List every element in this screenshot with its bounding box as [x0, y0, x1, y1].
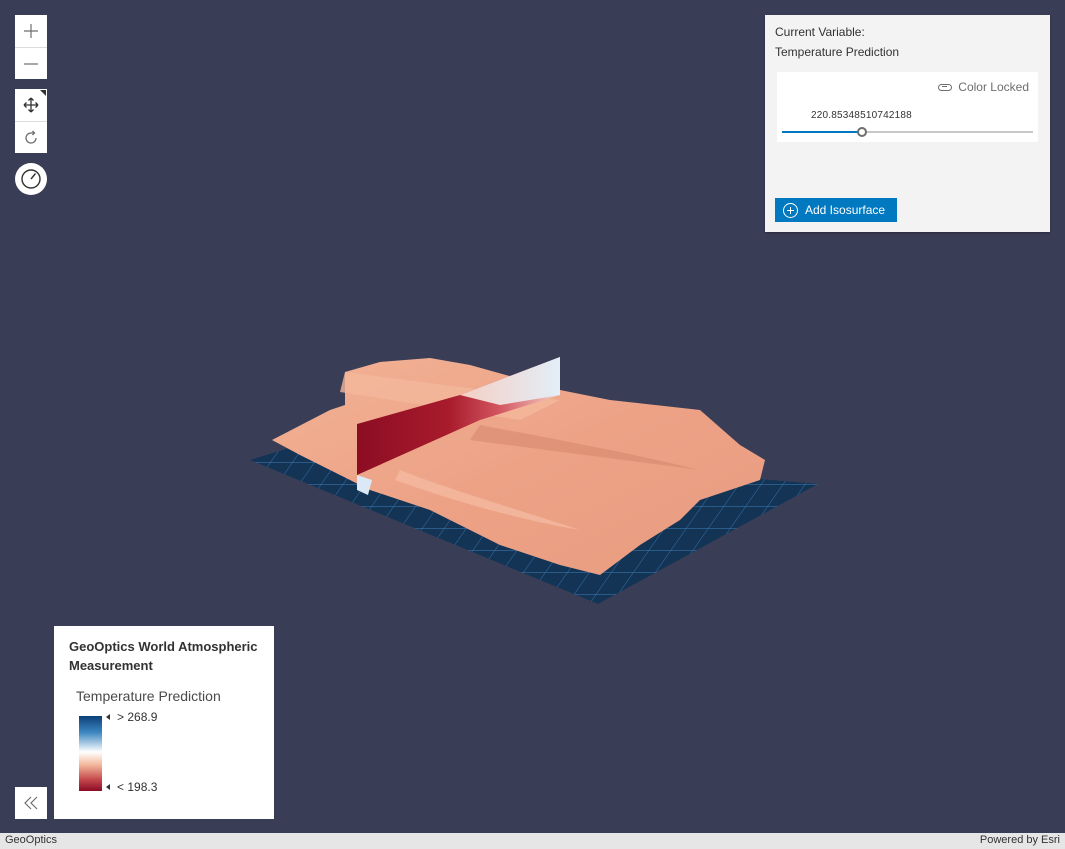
legend-layer-name: Temperature Prediction: [76, 688, 221, 704]
legend-min-tick: < 198.3: [106, 780, 157, 794]
legend-panel: GeoOptics World Atmospheric Measurement …: [54, 626, 274, 819]
collapse-legend-button[interactable]: [15, 787, 47, 819]
minus-icon: [24, 62, 38, 65]
color-ramp: [79, 716, 102, 791]
current-variable-value: Temperature Prediction: [775, 45, 900, 59]
compass-icon: [21, 169, 41, 189]
corner-indicator-icon: [40, 90, 46, 96]
legend-min-label: < 198.3: [117, 780, 158, 794]
legend-title: GeoOptics World Atmospheric Measurement: [69, 639, 258, 673]
move-arrows-icon: [23, 97, 39, 113]
add-isosurface-label: Add Isosurface: [805, 203, 886, 217]
double-chevron-left-icon: [24, 796, 38, 810]
zoom-in-button[interactable]: [15, 15, 47, 47]
isosurface-slider[interactable]: [782, 127, 1033, 137]
zoom-out-button[interactable]: [15, 47, 47, 79]
add-isosurface-button[interactable]: Add Isosurface: [775, 198, 897, 222]
legend-max-label: > 268.9: [117, 710, 158, 724]
slider-fill: [782, 131, 863, 133]
isosurface-slider-card: Color Locked 220.85348510742188: [777, 72, 1038, 142]
rotate-icon: [25, 130, 37, 144]
pan-button[interactable]: [15, 89, 47, 121]
rotate-button[interactable]: [15, 121, 47, 153]
slider-value-label: 220.85348510742188: [811, 110, 912, 121]
plus-icon: [24, 24, 38, 38]
slider-thumb[interactable]: [857, 127, 868, 137]
compass-button[interactable]: [15, 163, 47, 195]
color-locked-label: Color Locked: [958, 80, 1029, 94]
isosurface-panel: Current Variable: Temperature Prediction…: [765, 15, 1050, 232]
attribution-source: GeoOptics: [5, 834, 57, 846]
link-icon: [938, 83, 953, 91]
color-lock-toggle[interactable]: Color Locked: [938, 80, 1029, 94]
current-variable-label: Current Variable:: [775, 25, 865, 39]
plus-circle-icon: [783, 202, 798, 218]
attribution-bar: GeoOptics Powered by Esri: [0, 833, 1065, 849]
powered-by-label[interactable]: Powered by Esri: [980, 834, 1060, 846]
legend-max-tick: > 268.9: [106, 710, 157, 724]
